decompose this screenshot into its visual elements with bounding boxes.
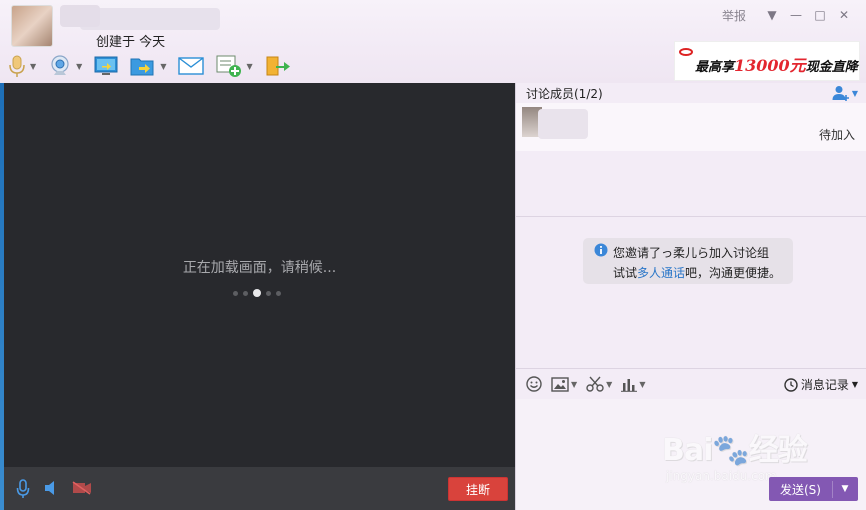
chevron-down-icon: ▼	[160, 61, 167, 71]
microphone-button[interactable]: ▼	[8, 53, 36, 79]
screen-share-button[interactable]	[94, 53, 118, 79]
divider	[516, 216, 866, 217]
loading-indicator	[233, 289, 281, 297]
camera-icon	[51, 55, 69, 75]
report-link[interactable]: 举报	[722, 7, 746, 24]
screen-share-icon	[94, 56, 118, 75]
side-panel: 讨论成员(1/2) ▼ 待加入 您邀请了っ柔儿ら加入讨论组 试试多人通话吧，沟通…	[515, 83, 866, 510]
loading-text: 正在加载画面，请稍候...	[182, 260, 337, 276]
send-button[interactable]: 发送(S)	[769, 480, 833, 498]
chevron-down-icon: ▼	[30, 61, 37, 71]
mail-button[interactable]	[178, 53, 205, 79]
divider	[516, 368, 866, 369]
loading-dot	[233, 290, 238, 296]
member-list-item[interactable]: 待加入	[516, 103, 866, 151]
group-name-blurred-2	[80, 8, 220, 30]
clock-icon	[784, 377, 798, 392]
chevron-down-icon: ▼	[639, 379, 646, 389]
chevron-down-icon: ▼	[851, 380, 858, 389]
loading-dot	[276, 290, 281, 296]
emoji-icon	[526, 376, 542, 392]
ad-banner[interactable]: 最高享13000元现金直降	[674, 41, 860, 81]
member-name-blurred	[538, 109, 588, 139]
hangup-button[interactable]: 挂断	[448, 477, 508, 501]
add-user-icon	[832, 86, 849, 101]
loading-dot	[266, 290, 271, 296]
member-status: 待加入	[818, 128, 855, 142]
close-button[interactable]: ✕	[832, 6, 856, 24]
maximize-button[interactable]: □	[808, 6, 832, 24]
chevron-down-icon: ▼	[246, 61, 253, 71]
send-button-group: 发送(S) ▼	[769, 477, 858, 501]
notice-line-2: 试试多人通话吧，沟通更便捷。	[613, 266, 782, 280]
call-controls-bar: 挂断	[4, 467, 515, 510]
minimize-button[interactable]: —	[784, 6, 808, 24]
chevron-down-icon: ▼	[851, 88, 858, 98]
group-avatar[interactable]	[11, 5, 53, 47]
chevron-down-icon: ▼	[606, 379, 613, 389]
multi-call-link[interactable]: 多人通话	[637, 266, 685, 280]
exit-button[interactable]	[265, 53, 291, 79]
brand-logo-icon	[679, 48, 693, 56]
history-label: 消息记录	[800, 378, 849, 392]
image-icon	[551, 376, 569, 392]
message-history-button[interactable]: 消息记录 ▼	[784, 376, 858, 393]
send-file-button[interactable]: ▼	[130, 53, 166, 79]
title-bar: 创建于 今天 举报 ▼ — □ ✕ ▼ ▼ ▼ ▼ 最高享13000元现金直降	[0, 0, 866, 83]
vote-button[interactable]: ▼	[621, 377, 645, 392]
microphone-icon[interactable]	[16, 479, 30, 499]
bar-chart-icon	[621, 378, 638, 392]
loading-dot	[243, 290, 248, 296]
scissors-icon	[586, 376, 604, 392]
ad-banner-text: 最高享13000元现金直降	[695, 56, 858, 75]
created-text: 创建于 今天	[96, 35, 166, 50]
chevron-down-icon: ▼	[76, 61, 83, 71]
window-controls: 举报 ▼ — □ ✕	[722, 6, 856, 24]
app-add-icon	[216, 55, 242, 77]
speaker-icon[interactable]	[44, 480, 58, 496]
emoji-button[interactable]	[526, 376, 542, 392]
main-toolbar: ▼ ▼ ▼ ▼	[8, 53, 303, 79]
add-member-button[interactable]: ▼	[832, 85, 858, 101]
send-options-dropdown[interactable]: ▼	[833, 484, 857, 494]
image-button[interactable]: ▼	[551, 376, 578, 392]
chevron-down-icon: ▼	[571, 379, 578, 389]
camera-button[interactable]: ▼	[48, 53, 82, 79]
exit-icon	[266, 56, 290, 76]
menu-dropdown-icon[interactable]: ▼	[760, 6, 784, 24]
loading-dot-active	[253, 289, 261, 297]
members-heading: 讨论成员(1/2)	[526, 87, 603, 101]
info-icon	[594, 243, 608, 257]
microphone-icon	[9, 55, 25, 77]
mail-icon	[178, 57, 205, 75]
screenshot-button[interactable]: ▼	[586, 376, 612, 392]
app-add-button[interactable]: ▼	[216, 53, 253, 79]
send-file-icon	[130, 58, 154, 76]
notice-line-1: 您邀请了っ柔儿ら加入讨论组	[613, 246, 770, 260]
camera-off-icon[interactable]	[72, 481, 92, 495]
video-panel: 正在加载画面，请稍候...	[4, 83, 515, 467]
input-toolbar: ▼ ▼ ▼	[526, 376, 654, 392]
system-notice: 您邀请了っ柔儿ら加入讨论组 试试多人通话吧，沟通更便捷。	[583, 238, 793, 284]
